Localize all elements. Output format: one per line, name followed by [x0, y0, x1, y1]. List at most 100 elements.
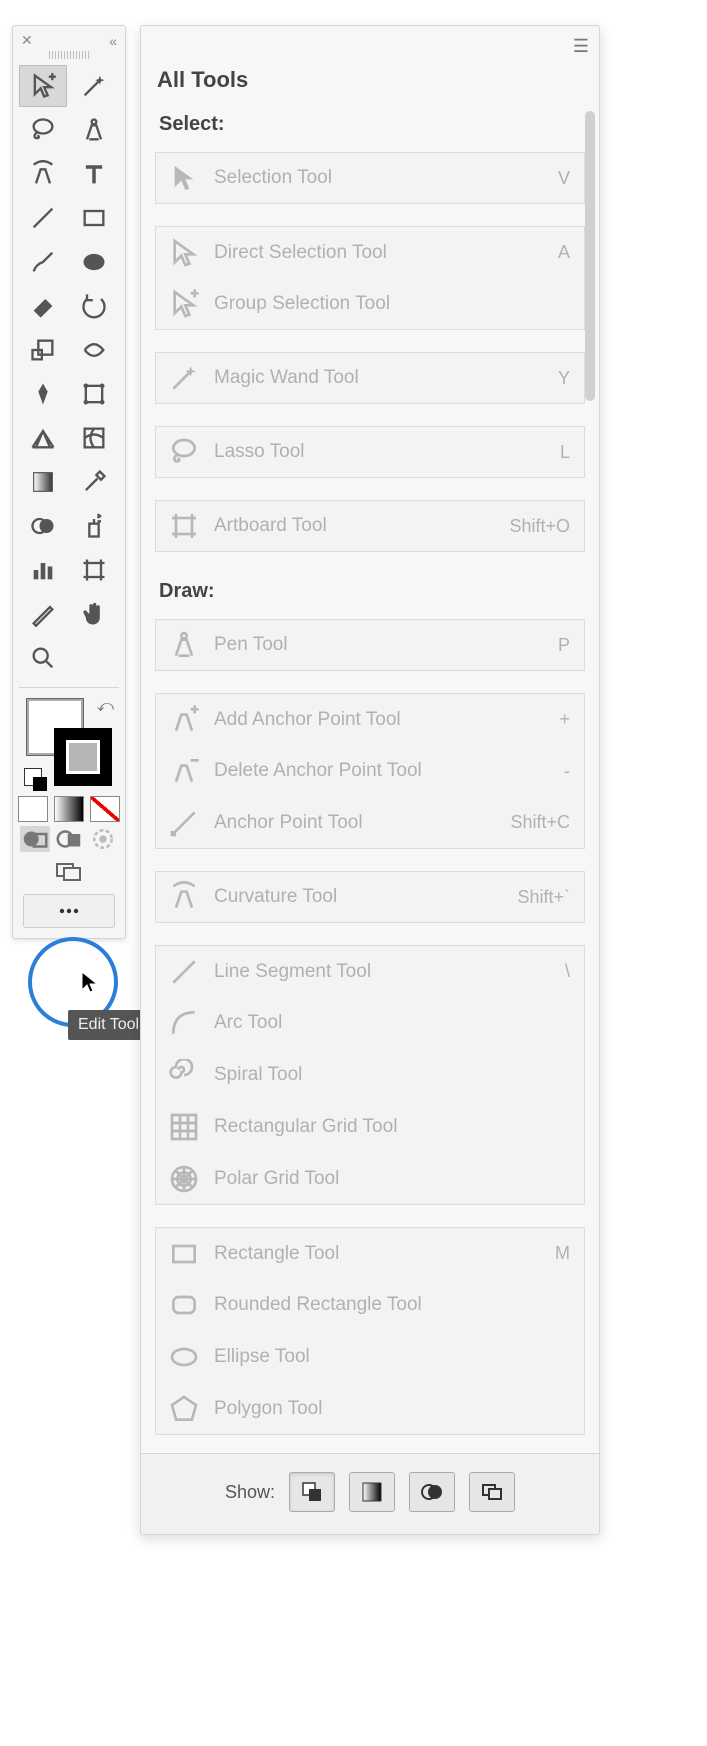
section-label: Select:: [159, 113, 581, 136]
tool-eraser[interactable]: [19, 285, 67, 327]
tool-mesh[interactable]: [70, 417, 118, 459]
tool-item-delete-anchor-point-tool[interactable]: Delete Anchor Point Tool -: [155, 745, 585, 797]
swap-fill-stroke-icon[interactable]: ⤺: [97, 698, 114, 716]
tool-item-group-selection-tool[interactable]: Group Selection Tool: [155, 278, 585, 330]
tool-type[interactable]: [70, 153, 118, 195]
tool-item-lasso-tool[interactable]: Lasso Tool L: [155, 426, 585, 478]
panel-menu-icon[interactable]: ☰: [573, 36, 587, 57]
show-fill-stroke-button[interactable]: [289, 1472, 335, 1512]
pen-icon: [168, 629, 200, 661]
panel-footer: Show:: [141, 1453, 599, 1534]
tool-puppet[interactable]: [19, 373, 67, 415]
tool-item-shortcut: M: [555, 1243, 570, 1264]
tool-group-selection[interactable]: [19, 65, 67, 107]
tool-hand[interactable]: [70, 593, 118, 635]
tool-item-polygon-tool[interactable]: Polygon Tool: [155, 1383, 585, 1435]
stroke-swatch[interactable]: [54, 728, 112, 786]
tool-item-ellipse-tool[interactable]: Ellipse Tool: [155, 1331, 585, 1383]
tool-item-rectangular-grid-tool[interactable]: Rectangular Grid Tool: [155, 1101, 585, 1153]
tool-item-shortcut: P: [558, 635, 570, 656]
tool-item-pen-tool[interactable]: Pen Tool P: [155, 619, 585, 671]
tool-item-artboard-tool[interactable]: Artboard Tool Shift+O: [155, 500, 585, 552]
tool-rotate[interactable]: [70, 285, 118, 327]
tool-item-label: Add Anchor Point Tool: [214, 709, 559, 731]
tool-column-graph[interactable]: [19, 549, 67, 591]
tool-item-curvature-tool[interactable]: Curvature Tool Shift+`: [155, 871, 585, 923]
tool-item-spiral-tool[interactable]: Spiral Tool: [155, 1049, 585, 1101]
tool-perspective[interactable]: [19, 417, 67, 459]
spiral-icon: [168, 1059, 200, 1091]
tool-item-label: Delete Anchor Point Tool: [214, 760, 564, 782]
screen-mode-button[interactable]: [54, 858, 84, 884]
screen-mode-icon: [56, 861, 82, 881]
edit-toolbar-button[interactable]: [23, 894, 115, 928]
curvature-icon: [168, 881, 200, 913]
tool-item-label: Spiral Tool: [214, 1064, 570, 1086]
tool-gradient[interactable]: [19, 461, 67, 503]
tool-magic-wand[interactable]: [70, 65, 118, 107]
ellipse-icon: [168, 1341, 200, 1373]
cursor-icon: [80, 970, 100, 994]
tool-zoom[interactable]: [19, 637, 67, 679]
tool-item-label: Direct Selection Tool: [214, 242, 558, 264]
tool-item-direct-selection-tool[interactable]: Direct Selection Tool A: [155, 226, 585, 278]
panel-grip[interactable]: [49, 51, 89, 59]
polygon-icon: [168, 1393, 200, 1425]
tool-item-polar-grid-tool[interactable]: Polar Grid Tool: [155, 1153, 585, 1205]
tool-pen[interactable]: [70, 109, 118, 151]
tool-scale[interactable]: [19, 329, 67, 371]
default-fill-stroke-icon[interactable]: [24, 768, 42, 786]
color-mode-swatch[interactable]: [18, 796, 48, 822]
show-drawmodes-button[interactable]: [409, 1472, 455, 1512]
anchor-icon: [168, 807, 200, 839]
tool-item-shortcut: +: [559, 709, 570, 730]
tool-free-transform[interactable]: [70, 373, 118, 415]
tool-artboard[interactable]: [70, 549, 118, 591]
tool-line[interactable]: [19, 197, 67, 239]
tool-slice[interactable]: [19, 593, 67, 635]
tool-item-arc-tool[interactable]: Arc Tool: [155, 997, 585, 1049]
gradient-mode-swatch[interactable]: [54, 796, 84, 822]
tool-item-shortcut: \: [565, 961, 570, 982]
round-rect-icon: [168, 1289, 200, 1321]
panel-title: All Tools: [141, 67, 599, 107]
tool-shaper[interactable]: [70, 241, 118, 283]
selection-plus-icon: [168, 288, 200, 320]
line-icon: [168, 956, 200, 988]
tool-eyedropper[interactable]: [70, 461, 118, 503]
tool-item-line-segment-tool[interactable]: Line Segment Tool \: [155, 945, 585, 997]
tool-item-selection-tool[interactable]: Selection Tool V: [155, 152, 585, 204]
tools-panel: ✕ « ⤺: [12, 25, 126, 939]
tool-paintbrush[interactable]: [19, 241, 67, 283]
section-label: Draw:: [159, 580, 581, 603]
scrollbar-thumb[interactable]: [585, 111, 595, 401]
tool-item-rectangle-tool[interactable]: Rectangle Tool M: [155, 1227, 585, 1279]
tool-blend[interactable]: [19, 505, 67, 547]
pen-plus-icon: [168, 704, 200, 736]
tool-lasso[interactable]: [19, 109, 67, 151]
pen-minus-icon: [168, 755, 200, 787]
tool-item-label: Curvature Tool: [214, 886, 517, 908]
draw-normal-button[interactable]: [20, 826, 50, 852]
gradient-icon: [360, 1480, 384, 1504]
draw-inside-button[interactable]: [88, 826, 118, 852]
fill-stroke-control[interactable]: ⤺: [20, 696, 118, 788]
close-icon[interactable]: ✕: [21, 32, 33, 49]
none-mode-swatch[interactable]: [90, 796, 120, 822]
tool-item-add-anchor-point-tool[interactable]: Add Anchor Point Tool +: [155, 693, 585, 745]
tool-item-magic-wand-tool[interactable]: Magic Wand Tool Y: [155, 352, 585, 404]
tool-item-label: Magic Wand Tool: [214, 367, 558, 389]
show-screenmode-button[interactable]: [469, 1472, 515, 1512]
tool-width[interactable]: [70, 329, 118, 371]
show-gradient-button[interactable]: [349, 1472, 395, 1512]
tool-item-rounded-rectangle-tool[interactable]: Rounded Rectangle Tool: [155, 1279, 585, 1331]
collapse-icon[interactable]: «: [109, 33, 117, 49]
tool-symbol-sprayer[interactable]: [70, 505, 118, 547]
tool-item-shortcut: Shift+O: [509, 516, 570, 537]
tool-item-anchor-point-tool[interactable]: Anchor Point Tool Shift+C: [155, 797, 585, 849]
tool-curvature[interactable]: [19, 153, 67, 195]
tool-rectangle[interactable]: [70, 197, 118, 239]
screenmode-icon: [480, 1480, 504, 1504]
draw-behind-button[interactable]: [54, 826, 84, 852]
tool-item-label: Lasso Tool: [214, 441, 560, 463]
